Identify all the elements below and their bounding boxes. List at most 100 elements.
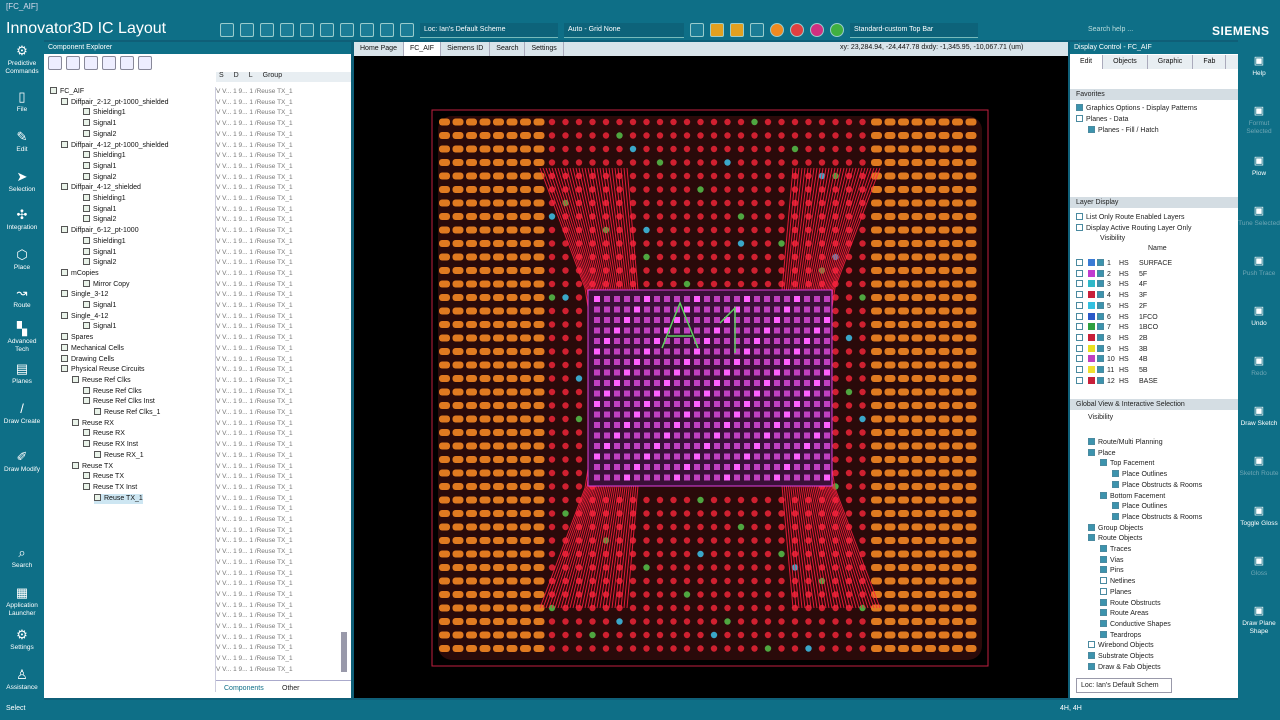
undo-icon[interactable] <box>240 23 254 37</box>
leftbar-application-launcher[interactable]: ▦ Application Launcher <box>0 586 44 618</box>
grid-row[interactable]: V V... 1 9... 1 /Reuse TX_1 <box>216 312 293 323</box>
drc-icon[interactable] <box>710 23 724 37</box>
grid-row[interactable]: V V... 1 9... 1 /Reuse TX_1 <box>216 483 293 494</box>
tab-settings[interactable]: Settings <box>525 42 564 56</box>
global-view-item[interactable]: Route Objects <box>1088 534 1142 542</box>
grid-row[interactable]: V V... 1 9... 1 /Reuse TX_1 <box>216 87 293 98</box>
active-layer-only-option[interactable]: Display Active Routing Layer Only <box>1076 224 1191 232</box>
leftbar-planes[interactable]: ▤ Planes <box>0 362 44 386</box>
grid-row[interactable]: V V... 1 9... 1 /Reuse TX_1 <box>216 515 293 526</box>
leftbar-selection[interactable]: ➤ Selection <box>0 170 44 194</box>
global-view-item[interactable]: Route/Multi Planning <box>1088 438 1163 446</box>
layer-color-swatch[interactable] <box>1088 259 1095 266</box>
grid-row[interactable]: V V... 1 9... 1 /Reuse TX_1 <box>216 248 293 259</box>
display-icon[interactable] <box>380 23 394 37</box>
report-icon[interactable] <box>690 23 704 37</box>
tree-item[interactable]: Reuse TX Inst <box>83 482 137 494</box>
favorites-section[interactable]: Favorites <box>1070 89 1238 100</box>
grid-row[interactable]: V V... 1 9... 1 /Reuse TX_1 <box>216 119 293 130</box>
tree-item[interactable]: Signal1 <box>83 204 116 216</box>
global-view-item[interactable]: Place Outlines <box>1112 470 1167 478</box>
grid-row[interactable]: V V... 1 9... 1 /Reuse TX_1 <box>216 162 293 173</box>
expand-icon[interactable] <box>1076 312 1083 320</box>
rightbar-undo[interactable]: ▣ Undo <box>1238 304 1280 328</box>
rightbar-formut-selected[interactable]: ▣ Formut Selected <box>1238 104 1280 136</box>
tree-item[interactable]: Shielding1 <box>83 108 126 119</box>
global-view-item[interactable]: Netlines <box>1100 577 1135 585</box>
rules-icon[interactable] <box>280 23 294 37</box>
grid-row[interactable]: V V... 1 9... 1 /Reuse TX_1 <box>216 611 293 622</box>
global-view-item[interactable]: Group Objects <box>1088 523 1143 532</box>
global-view-item[interactable]: Bottom Facement <box>1100 491 1165 500</box>
expand-icon[interactable] <box>1076 291 1083 299</box>
global-view-item[interactable]: Teardrops <box>1100 630 1141 639</box>
tab-home-page[interactable]: Home Page <box>354 42 404 56</box>
global-view-section[interactable]: Global View & Interactive Selection <box>1070 399 1238 410</box>
leftbar-draw-create[interactable]: / Draw Create <box>0 402 44 426</box>
global-view-item[interactable]: Route Areas <box>1100 609 1149 617</box>
save-icon[interactable] <box>220 23 234 37</box>
grid-row[interactable]: V V... 1 9... 1 /Reuse TX_1 <box>216 237 293 248</box>
col-l[interactable]: L <box>249 72 253 82</box>
tree-item[interactable]: Signal1 <box>83 119 116 130</box>
tab-graphic[interactable]: Graphic <box>1148 55 1194 69</box>
tree-item[interactable]: Reuse Ref Clks <box>83 386 142 398</box>
leftbar-advanced-tech[interactable]: ▚ Advanced Tech <box>0 322 44 354</box>
leftbar-search[interactable]: ⌕ Search <box>0 546 44 570</box>
global-view-item[interactable]: Substrate Objects <box>1088 652 1154 660</box>
tree-item[interactable]: Reuse RX Inst <box>83 440 138 451</box>
global-view-item[interactable]: Vias <box>1100 555 1124 564</box>
grid-row[interactable]: V V... 1 9... 1 /Reuse TX_1 <box>216 494 293 505</box>
tab-fc-aif[interactable]: FC_AIF <box>403 42 442 56</box>
tree-item[interactable]: Physical Reuse Circuits <box>61 365 145 376</box>
rightbar-help[interactable]: ▣ Help <box>1238 54 1280 78</box>
tab-components[interactable]: Components <box>224 685 264 692</box>
col-group[interactable]: Group <box>263 72 282 82</box>
layer-row[interactable]: 12 HS BASE <box>1076 376 1158 385</box>
tree-item[interactable]: Signal2 <box>83 215 116 226</box>
rightbar-redo[interactable]: ▣ Redo <box>1238 354 1280 378</box>
tree-item[interactable]: Mechanical Cells <box>61 343 124 355</box>
leftbar-place[interactable]: ⬡ Place <box>0 248 44 272</box>
leftbar-integration[interactable]: ✣ Integration <box>0 208 44 232</box>
grid-row[interactable]: V V... 1 9... 1 /Reuse TX_1 <box>216 601 293 612</box>
grid-row[interactable]: V V... 1 9... 1 /Reuse TX_1 <box>216 665 293 676</box>
grid-row[interactable]: V V... 1 9... 1 /Reuse TX_1 <box>216 333 293 344</box>
layer-row[interactable]: 3 HS 4F <box>1076 280 1147 288</box>
tree-item[interactable]: Shielding1 <box>83 194 126 205</box>
tree-item[interactable]: Reuse Ref Clks <box>72 375 131 387</box>
grid-row[interactable]: V V... 1 9... 1 /Reuse TX_1 <box>216 290 293 301</box>
tree-item[interactable]: Reuse Ref Clks Inst <box>83 397 155 408</box>
layer-row[interactable]: 1 HS SURFACE <box>1076 259 1172 267</box>
layer-display-section[interactable]: Layer Display <box>1070 197 1238 208</box>
display-scheme-dropdown[interactable]: Loc: Ian's Default Schem <box>1076 678 1172 693</box>
grid-row[interactable]: V V... 1 9... 1 /Reuse TX_1 <box>216 462 293 473</box>
tree-item[interactable]: Signal2 <box>83 172 116 184</box>
expand-icon[interactable] <box>1076 269 1083 277</box>
layer-color-swatch[interactable] <box>1088 312 1095 320</box>
layer-row[interactable]: 9 HS 3B <box>1076 344 1148 353</box>
tree-item[interactable]: Shielding1 <box>83 151 126 162</box>
expand-icon[interactable] <box>1076 259 1083 266</box>
tree-item[interactable]: FC_AIF <box>50 87 84 98</box>
col-s[interactable]: S <box>219 72 224 82</box>
list-route-enabled-option[interactable]: List Only Route Enabled Layers <box>1076 213 1184 221</box>
global-view-item[interactable]: Traces <box>1100 545 1131 553</box>
grid-row[interactable]: V V... 1 9... 1 /Reuse TX_1 <box>216 151 293 162</box>
tree-item[interactable]: Signal1 <box>83 301 116 312</box>
grid-row[interactable]: V V... 1 9... 1 /Reuse TX_1 <box>216 633 293 644</box>
tree-item[interactable]: Drawing Cells <box>61 354 114 366</box>
grid-row[interactable]: V V... 1 9... 1 /Reuse TX_1 <box>216 419 293 430</box>
tree-item[interactable]: mCopies <box>61 268 99 280</box>
select-mode-icon[interactable] <box>770 23 784 37</box>
tab-siemens-id[interactable]: Siemens ID <box>441 42 491 56</box>
filter-icon[interactable] <box>120 56 134 70</box>
layer-row[interactable]: 4 HS 3F <box>1076 291 1147 299</box>
tree-item[interactable]: Reuse TX_1 <box>94 493 143 505</box>
measure-icon[interactable] <box>320 23 334 37</box>
layer-color-swatch[interactable] <box>1088 323 1095 331</box>
favorite-item[interactable]: Planes - Data <box>1076 115 1128 123</box>
grid-row[interactable]: V V... 1 9... 1 /Reuse TX_1 <box>216 504 293 515</box>
leftbar-predictive-commands[interactable]: ⚙ Predictive Commands <box>0 44 44 76</box>
rightbar-plow[interactable]: ▣ Plow <box>1238 154 1280 178</box>
